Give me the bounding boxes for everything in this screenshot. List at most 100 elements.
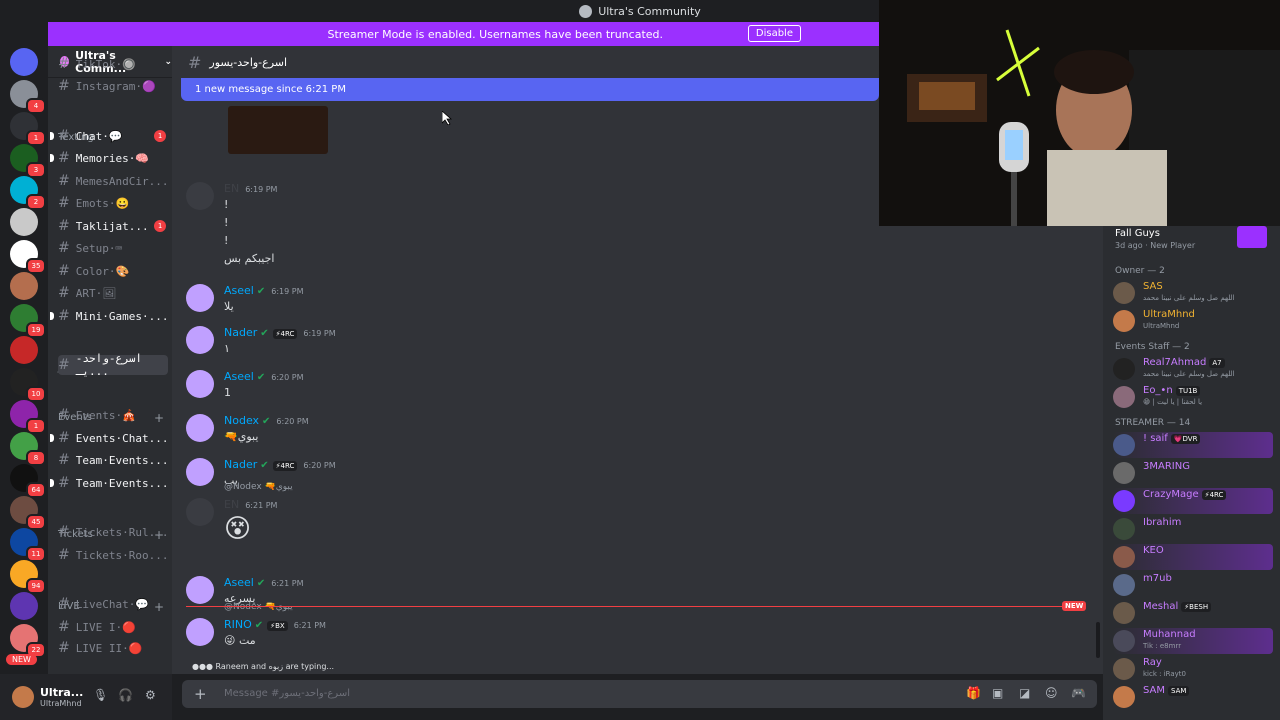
emoji-icon[interactable]: ☺ (1045, 686, 1058, 700)
message-author[interactable]: Aseel ✔ 6:21 PM (224, 576, 303, 589)
member-item[interactable]: UltraMhnd UltraMhnd (1113, 308, 1273, 334)
message-input[interactable]: Message #اسرع-واحد-يسور (224, 688, 350, 699)
channel-item[interactable]: # LIVE I·🔴 (58, 617, 168, 637)
author-name[interactable]: Aseel (224, 576, 254, 589)
avatar[interactable] (12, 686, 34, 708)
message-author[interactable]: EN 6:19 PM (224, 182, 277, 195)
member-item[interactable]: Muhannad Tik : e8mrr (1113, 628, 1273, 654)
avatar[interactable] (1113, 490, 1135, 512)
avatar[interactable] (1113, 282, 1135, 304)
author-name[interactable]: EN (224, 182, 239, 195)
channel-item[interactable]: # MemesAndCir... (58, 171, 168, 191)
avatar[interactable] (1113, 574, 1135, 596)
avatar[interactable] (186, 182, 214, 210)
member-name[interactable]: SAS (1143, 281, 1163, 292)
avatar[interactable] (1113, 358, 1135, 380)
apps-icon[interactable]: 🎮 (1071, 686, 1086, 700)
member-item[interactable]: m7ub (1113, 572, 1273, 598)
channel-item[interactable]: # Color·🎨 (58, 261, 168, 281)
scrollbar[interactable] (1096, 622, 1100, 658)
member-name[interactable]: ! saif 💗DVR (1143, 433, 1201, 444)
add-attachment-button[interactable]: + (194, 685, 207, 703)
disable-button[interactable]: Disable (747, 25, 801, 42)
server-icon[interactable] (10, 592, 38, 620)
sticker-icon[interactable]: ◪ (1019, 686, 1030, 700)
avatar[interactable] (1113, 518, 1135, 540)
image-attachment[interactable] (228, 106, 328, 154)
member-item[interactable]: SAS اللهم صل وسلم على نبينا محمد (1113, 280, 1273, 306)
author-name[interactable]: Nader (224, 326, 257, 339)
message-author[interactable]: Nader ✔ ⚡4RC 6:19 PM (224, 326, 336, 339)
member-item[interactable]: SAM SAM (1113, 684, 1273, 710)
channel-item[interactable]: # Events·Chat... (50, 428, 168, 448)
member-item[interactable]: Real7Ahmad A7 اللهم صل وسلم على نبينا محمد (1113, 356, 1273, 382)
channel-item[interactable]: # Emots·😀 (58, 193, 168, 213)
channel-item[interactable]: # Team·Events... (50, 473, 168, 493)
avatar[interactable] (186, 458, 214, 486)
channel-item[interactable]: # Setup·⌨ (58, 238, 168, 258)
avatar[interactable] (1113, 462, 1135, 484)
author-name[interactable]: RINO (224, 618, 252, 631)
member-name[interactable]: Ibrahim (1143, 517, 1181, 528)
avatar[interactable] (186, 618, 214, 646)
channel-item[interactable]: # Mini·Games·... (50, 306, 168, 326)
avatar[interactable] (1113, 434, 1135, 456)
channel-item[interactable]: # LIVE II·🔴 (58, 638, 168, 658)
new-messages-bar[interactable]: 1 new message since 6:21 PM (181, 78, 879, 101)
member-item[interactable]: Meshal ⚡BESH (1113, 600, 1273, 626)
gear-icon[interactable]: ⚙ (145, 688, 156, 702)
channel-item[interactable]: # Events·🎪 (58, 405, 168, 425)
member-name[interactable]: SAM SAM (1143, 685, 1190, 696)
message-author[interactable]: Aseel ✔ 6:19 PM (224, 284, 303, 297)
member-name[interactable]: Eo_•n TU1B (1143, 385, 1201, 396)
avatar[interactable] (1113, 630, 1135, 652)
member-item[interactable]: 3MARING (1113, 460, 1273, 486)
member-name[interactable]: KEO (1143, 545, 1164, 556)
message-author[interactable]: EN 6:21 PM (224, 498, 277, 511)
server-icon[interactable] (10, 48, 38, 76)
message-author[interactable]: RINO ✔ ⚡BX 6:21 PM (224, 618, 326, 631)
member-item[interactable]: Ray kick : iRayt0 (1113, 656, 1273, 682)
author-name[interactable]: Nader (224, 458, 257, 471)
channel-item[interactable]: # Instagram·🟣 (58, 76, 168, 96)
avatar[interactable] (1113, 546, 1135, 568)
headphones-icon[interactable]: 🎧 (118, 688, 133, 702)
member-name[interactable]: CrazyMage ⚡4RC (1143, 489, 1227, 500)
member-name[interactable]: Muhannad (1143, 629, 1196, 640)
avatar[interactable] (1113, 686, 1135, 708)
channel-item[interactable]: # ART·🖼 (58, 283, 168, 303)
avatar[interactable] (1113, 602, 1135, 624)
message-author[interactable]: Aseel ✔ 6:20 PM (224, 370, 303, 383)
author-name[interactable]: EN (224, 498, 239, 511)
reply-reference[interactable]: @Nodex 🔫يبوي (224, 602, 293, 612)
member-name[interactable]: m7ub (1143, 573, 1172, 584)
channel-item[interactable]: # Chat·💬 1 (50, 126, 168, 146)
channel-item[interactable]: # Tickets·Rul... (58, 522, 168, 542)
channel-item[interactable]: # Team·Events... (58, 450, 168, 470)
member-item[interactable]: CrazyMage ⚡4RC (1113, 488, 1273, 514)
member-name[interactable]: UltraMhnd (1143, 309, 1195, 320)
member-name[interactable]: Ray (1143, 657, 1162, 668)
avatar[interactable] (1113, 386, 1135, 408)
member-item[interactable]: Eo_•n TU1B 😁 | يا لحقنا | يا ليت (1113, 384, 1273, 410)
member-item[interactable]: ! saif 💗DVR (1113, 432, 1273, 458)
author-name[interactable]: Aseel (224, 284, 254, 297)
member-name[interactable]: 3MARING (1143, 461, 1190, 472)
avatar[interactable] (1113, 658, 1135, 680)
avatar[interactable] (186, 326, 214, 354)
channel-item[interactable]: # Tickets·Roo... (58, 545, 168, 565)
server-icon[interactable] (10, 208, 38, 236)
member-item[interactable]: KEO (1113, 544, 1273, 570)
gif-icon[interactable]: ▣ (992, 686, 1003, 700)
avatar[interactable] (186, 498, 214, 526)
author-name[interactable]: Aseel (224, 370, 254, 383)
message-author[interactable]: Nader ✔ ⚡4RC 6:20 PM (224, 458, 336, 471)
avatar[interactable] (1113, 310, 1135, 332)
channel-item[interactable]: # Memories·🧠 (50, 148, 168, 168)
microphone-icon[interactable]: 🎙 (93, 688, 108, 702)
reply-reference[interactable]: @Nodex 🔫يبوي (224, 482, 293, 492)
gift-icon[interactable]: 🎁 (966, 686, 981, 700)
avatar[interactable] (186, 370, 214, 398)
server-icon[interactable] (10, 336, 38, 364)
avatar[interactable] (186, 414, 214, 442)
